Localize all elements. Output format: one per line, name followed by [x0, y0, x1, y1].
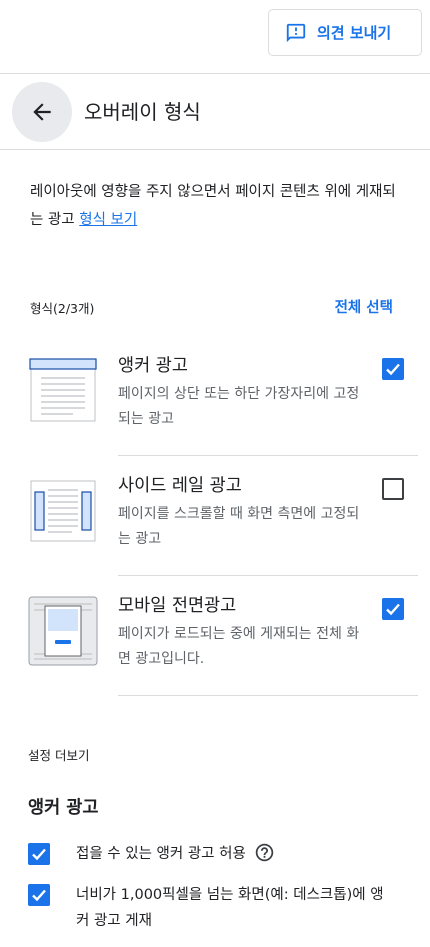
option-desktop-anchor[interactable]: 너비가 1,000픽셀을 넘는 화면(예: 데스크톱)에 앵커 광고 게재 — [28, 884, 418, 936]
format-checkbox-anchor[interactable] — [382, 358, 404, 380]
format-item-vignette: 모바일 전면광고 페이지가 로드되는 중에 게재되는 전체 화면 광고입니다. — [0, 576, 430, 696]
help-icon[interactable] — [254, 842, 275, 863]
format-description: 페이지를 스크롤할 때 화면 측면에 고정되는 광고 — [118, 506, 360, 547]
anchor-settings-heading: 앵커 광고 — [28, 798, 99, 818]
format-item-side-rail: 사이드 레일 광고 페이지를 스크롤할 때 화면 측면에 고정되는 광고 — [0, 456, 430, 576]
vignette-ad-thumbnail — [28, 596, 98, 666]
select-all-button[interactable]: 전체 선택 — [335, 296, 393, 317]
format-title: 사이드 레일 광고 — [118, 476, 242, 496]
description: 레이아웃에 영향을 주지 않으면서 페이지 콘텐츠 위에 게재되는 광고 형식 … — [30, 178, 402, 234]
option-collapsible-anchor[interactable]: 접을 수 있는 앵커 광고 허용 — [28, 843, 418, 869]
format-title: 모바일 전면광고 — [118, 596, 237, 616]
checkbox-unchecked-icon — [382, 478, 404, 500]
send-feedback-button[interactable]: 의견 보내기 — [268, 9, 422, 56]
format-checkbox-side-rail[interactable] — [382, 478, 404, 500]
format-description: 페이지의 상단 또는 하단 가장자리에 고정되는 광고 — [118, 386, 360, 427]
view-formats-link[interactable]: 형식 보기 — [79, 212, 137, 228]
format-checkbox-vignette[interactable] — [382, 598, 404, 620]
page-header: 오버레이 형식 — [0, 74, 430, 150]
more-settings-label: 설정 더보기 — [28, 748, 90, 763]
checkbox-checked-icon[interactable] — [28, 884, 50, 906]
back-arrow-icon — [33, 103, 51, 121]
side-rail-ad-thumbnail — [30, 480, 96, 542]
page-title: 오버레이 형식 — [84, 100, 201, 124]
option-label-text: 접을 수 있는 앵커 광고 허용 — [76, 846, 246, 862]
send-feedback-label: 의견 보내기 — [317, 24, 392, 42]
option-label: 접을 수 있는 앵커 광고 허용 — [76, 841, 396, 867]
format-title: 앵커 광고 — [118, 356, 188, 376]
divider — [118, 695, 418, 696]
feedback-icon — [286, 23, 306, 42]
anchor-ad-thumbnail — [29, 358, 97, 422]
checkbox-checked-icon — [382, 358, 404, 380]
format-description: 페이지가 로드되는 중에 게재되는 전체 화면 광고입니다. — [118, 626, 360, 667]
checkbox-checked-icon[interactable] — [28, 843, 50, 865]
option-label-text: 너비가 1,000픽셀을 넘는 화면(예: 데스크톱)에 앵커 광고 게재 — [76, 887, 384, 929]
back-button[interactable] — [12, 82, 72, 142]
checkbox-checked-icon — [382, 598, 404, 620]
formats-count-label: 형식(2/3개) — [30, 301, 95, 316]
format-item-anchor: 앵커 광고 페이지의 상단 또는 하단 가장자리에 고정되는 광고 — [0, 336, 430, 456]
top-bar: 의견 보내기 — [0, 0, 430, 74]
